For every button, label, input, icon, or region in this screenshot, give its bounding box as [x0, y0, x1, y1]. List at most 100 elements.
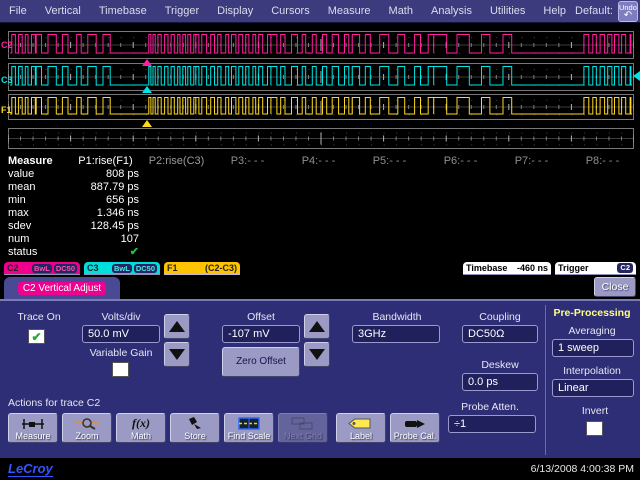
- measure-col-p7[interactable]: P7:- - -: [496, 155, 567, 168]
- measure-col-p8[interactable]: P8:- - -: [567, 155, 638, 168]
- menu-file[interactable]: File: [0, 5, 36, 17]
- probe-atten-field[interactable]: ÷1: [448, 415, 536, 433]
- datetime-display: 6/13/2008 4:00:38 PM: [531, 463, 634, 475]
- menu-timebase[interactable]: Timebase: [90, 5, 156, 17]
- level-indicator-c3[interactable]: [633, 71, 640, 81]
- trigger-title: Trigger: [558, 263, 589, 273]
- probe-cal-action-button[interactable]: Probe Cal.: [390, 413, 440, 443]
- undo-button[interactable]: Undo ↶: [618, 1, 638, 22]
- measure-col-p4[interactable]: P4:- - -: [283, 155, 354, 168]
- menu-trigger[interactable]: Trigger: [156, 5, 208, 17]
- store-action-button[interactable]: Store: [170, 413, 220, 443]
- label-action-button[interactable]: Label: [336, 413, 386, 443]
- volts-div-label: Volts/div: [82, 311, 160, 323]
- bwl-badge: BwL: [112, 264, 132, 273]
- find-scale-action-button[interactable]: Find Scale: [224, 413, 274, 443]
- preprocessing-heading: Pre-Processing: [548, 307, 636, 319]
- interpolation-label: Interpolation: [548, 365, 636, 377]
- menu-math[interactable]: Math: [380, 5, 422, 17]
- status-bar: LeCroy 6/13/2008 4:00:38 PM: [0, 458, 640, 480]
- measure-row-label: min: [0, 194, 70, 207]
- up-arrow-icon: [169, 321, 185, 332]
- measure-table: Measure P1:rise(F1) P2:rise(C3) P3:- - -…: [0, 155, 640, 259]
- invert-label: Invert: [560, 405, 630, 417]
- measure-action-button[interactable]: Measure: [8, 413, 58, 443]
- trace-on-label: Trace On: [6, 311, 72, 323]
- deskew-field[interactable]: 0.0 ps: [462, 373, 538, 391]
- descriptor-f1-name: F1: [167, 263, 178, 273]
- measure-col-p3[interactable]: P3:- - -: [212, 155, 283, 168]
- measure-col-p1[interactable]: P1:rise(F1): [70, 155, 141, 168]
- dc50-badge: DC50: [54, 264, 77, 273]
- button-label: Measure: [15, 431, 50, 441]
- invert-checkbox[interactable]: [586, 421, 603, 436]
- magnifier-icon: [74, 416, 100, 431]
- close-button[interactable]: Close: [594, 277, 636, 297]
- trace-on-checkbox[interactable]: ✔: [28, 329, 45, 344]
- variable-gain-label: Variable Gain: [82, 347, 160, 359]
- waveform-area: C2 C3 F1 Measure P1:rise(F1) P2:rise(C3)…: [0, 23, 640, 298]
- coupling-select[interactable]: DC50Ω: [462, 325, 538, 343]
- volts-div-field[interactable]: 50.0 mV: [82, 325, 160, 343]
- trigger-marker-f1[interactable]: [142, 120, 152, 127]
- menu-help[interactable]: Help: [534, 5, 575, 17]
- button-label: Store: [184, 431, 206, 441]
- trace-label-f1: F1: [1, 105, 12, 115]
- find-scale-icon: [236, 416, 262, 431]
- trigger-marker-c3[interactable]: [142, 86, 152, 93]
- menu-cursors[interactable]: Cursors: [262, 5, 319, 17]
- button-label: Probe Cal.: [394, 431, 437, 441]
- offset-up-button[interactable]: [304, 314, 330, 339]
- math-action-button[interactable]: f(x) Math: [116, 413, 166, 443]
- button-label: Label: [350, 431, 372, 441]
- status-check-icon: ✔: [70, 246, 141, 259]
- up-arrow-icon: [309, 321, 325, 332]
- zero-offset-button[interactable]: Zero Offset: [222, 347, 300, 377]
- menu-vertical[interactable]: Vertical: [36, 5, 90, 17]
- measure-mean: 887.79 ps: [70, 181, 141, 194]
- trace-label-c3: C3: [1, 75, 13, 85]
- oscilloscope-screen: File Vertical Timebase Trigger Display C…: [0, 0, 640, 480]
- measure-row-label: value: [0, 168, 70, 181]
- c2-vertical-adjust-dialog: Trace On ✔ Volts/div 50.0 mV Variable Ga…: [0, 299, 640, 458]
- measure-value: 808 ps: [70, 168, 141, 181]
- menu-utilities[interactable]: Utilities: [481, 5, 534, 17]
- measure-row-label: status: [0, 246, 70, 259]
- menu-display[interactable]: Display: [208, 5, 262, 17]
- button-label: Math: [131, 431, 151, 441]
- offset-field[interactable]: -107 mV: [222, 325, 300, 343]
- volts-div-down-button[interactable]: [164, 342, 190, 367]
- undo-icon: ↶: [619, 12, 637, 20]
- measure-row-label: num: [0, 233, 70, 246]
- measure-row-label: sdev: [0, 220, 70, 233]
- measure-col-p2[interactable]: P2:rise(C3): [141, 155, 212, 168]
- averaging-field[interactable]: 1 sweep: [552, 339, 634, 357]
- measure-col-p6[interactable]: P6:- - -: [425, 155, 496, 168]
- section-divider: [545, 305, 546, 455]
- measure-sdev: 128.45 ps: [70, 220, 141, 233]
- menu-analysis[interactable]: Analysis: [422, 5, 481, 17]
- trigger-marker-c2[interactable]: [142, 59, 152, 66]
- trigger-source-badge: C2: [617, 263, 633, 273]
- lecroy-logo: LeCroy: [8, 461, 53, 477]
- volts-div-up-button[interactable]: [164, 314, 190, 339]
- bandwidth-label: Bandwidth: [352, 311, 442, 323]
- measure-col-p5[interactable]: P5:- - -: [354, 155, 425, 168]
- interpolation-select[interactable]: Linear: [552, 379, 634, 397]
- tab-c2-vertical-adjust[interactable]: C2 Vertical Adjust: [4, 277, 120, 299]
- fx-icon: f(x): [132, 416, 150, 431]
- button-label: Find Scale: [228, 431, 271, 441]
- grid-c2: [8, 31, 634, 59]
- timebase-title: Timebase: [466, 263, 507, 273]
- zoom-action-button[interactable]: Zoom: [62, 413, 112, 443]
- offset-down-button[interactable]: [304, 342, 330, 367]
- coupling-label: Coupling: [462, 311, 538, 323]
- dc50-badge: DC50: [134, 264, 157, 273]
- grid-c3: [8, 63, 634, 91]
- button-label: Zoom: [75, 431, 98, 441]
- bandwidth-select[interactable]: 3GHz: [352, 325, 440, 343]
- down-arrow-icon: [309, 349, 325, 360]
- menu-measure[interactable]: Measure: [319, 5, 380, 17]
- timebase-offset: -460 ns: [517, 263, 548, 273]
- variable-gain-checkbox[interactable]: [112, 362, 129, 377]
